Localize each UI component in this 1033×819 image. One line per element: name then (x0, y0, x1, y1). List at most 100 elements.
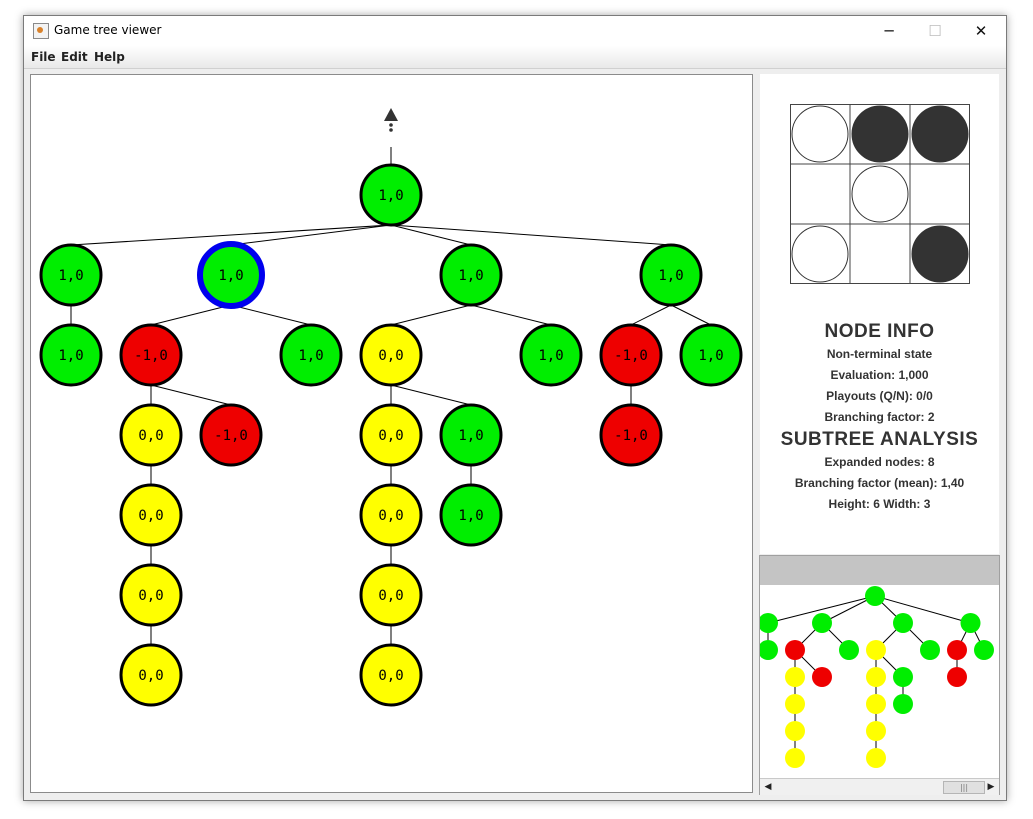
node-label: 1,0 (458, 268, 483, 284)
node-branching-text: Branching factor: 2 (824, 410, 935, 424)
tree-node[interactable]: 1,0 (39, 323, 103, 387)
node-label: 0,0 (138, 428, 163, 444)
minimize-button[interactable]: ─ (866, 16, 912, 46)
tree-node[interactable]: 1,0 (639, 243, 703, 307)
tree-node[interactable]: -1,0 (599, 403, 663, 467)
expanded-nodes-text: Expanded nodes: 8 (824, 455, 935, 469)
branching-mean-text: Branching factor (mean): 1,40 (794, 476, 965, 490)
black-stone (911, 105, 969, 163)
node-playouts-text: Playouts (Q/N): 0/0 (826, 389, 933, 403)
node-label: 1,0 (458, 508, 483, 524)
node-label: -1,0 (214, 428, 248, 444)
tree-node[interactable]: 1,0 (439, 483, 503, 547)
scroll-right-icon[interactable]: ▶ (983, 779, 999, 795)
tree-edge (230, 224, 392, 246)
tree-node[interactable]: 0,0 (359, 403, 423, 467)
minimap-node (920, 640, 940, 660)
close-button[interactable]: ✕ (958, 16, 1004, 46)
minimap-node (839, 640, 859, 660)
tree-root-node[interactable]: 1,0 (359, 163, 423, 227)
tree-edge (150, 304, 232, 326)
minimap-node (947, 667, 967, 687)
tree-node[interactable]: 1,0 (439, 243, 503, 307)
node-evaluation-text: Evaluation: 1,000 (830, 368, 929, 382)
minimap-node (760, 613, 778, 633)
minimap-node (974, 640, 994, 660)
minimap-node (866, 694, 886, 714)
tree-node[interactable]: 1,0 (679, 323, 743, 387)
minimap-node (947, 640, 967, 660)
height-width-text: Height: 6 Width: 3 (828, 497, 931, 511)
app-window: Game tree viewer ─ ☐ ✕ File Edit Help 1,… (23, 15, 1007, 801)
white-stone (791, 225, 849, 283)
white-stone (791, 105, 849, 163)
minimap-node (866, 667, 886, 687)
tree-node[interactable]: 1,0 (197, 241, 265, 309)
minimap-node (960, 613, 981, 633)
menu-help[interactable]: Help (94, 50, 125, 64)
maximize-button[interactable]: ☐ (912, 16, 958, 46)
node-label: 1,0 (378, 188, 403, 204)
tree-node[interactable]: 0,0 (119, 563, 183, 627)
node-label: 0,0 (138, 588, 163, 604)
scroll-thumb[interactable]: ||| (943, 781, 985, 794)
game-tree-panel[interactable]: 1,0 1,0 1,0 1,0 1,0 1,0 -1,0 1,0 0,0 1,0 -1,0 1,0 0,… (30, 74, 753, 793)
tree-node[interactable]: 0,0 (119, 483, 183, 547)
java-app-icon (33, 23, 49, 39)
ellipsis-dot-icon (389, 123, 393, 127)
node-label: 0,0 (378, 508, 403, 524)
minimap-canvas[interactable] (760, 556, 999, 778)
scroll-left-icon[interactable]: ◀ (760, 779, 776, 795)
tree-node[interactable]: 0,0 (359, 323, 423, 387)
minimap-node (893, 694, 913, 714)
tree-node[interactable]: 1,0 (279, 323, 343, 387)
game-tree-canvas[interactable]: 1,0 1,0 1,0 1,0 1,0 1,0 -1,0 1,0 0,0 1,0 -1,0 1,0 0,… (31, 75, 752, 792)
title-bar[interactable]: Game tree viewer ─ ☐ ✕ (24, 16, 1006, 46)
tree-node[interactable]: 1,0 (439, 403, 503, 467)
black-stone (851, 105, 909, 163)
tree-edge (230, 304, 312, 326)
node-label: 0,0 (138, 668, 163, 684)
minimap-node (785, 721, 805, 741)
minimap-node (866, 748, 886, 768)
tree-node[interactable]: 0,0 (359, 483, 423, 547)
tree-node[interactable]: 0,0 (119, 403, 183, 467)
subtree-analysis-heading: SUBTREE ANALYSIS (780, 429, 979, 450)
minimap-horizontal-scrollbar[interactable]: ◀ ||| ▶ (760, 778, 999, 795)
node-label: 1,0 (58, 268, 83, 284)
info-panel: NODE INFO Non-terminal state Evaluation:… (760, 74, 999, 554)
tree-node[interactable]: 0,0 (359, 643, 423, 707)
minimap-node (785, 694, 805, 714)
menu-bar: File Edit Help (24, 46, 1006, 69)
minimap-node (865, 586, 885, 606)
tree-edge (150, 384, 232, 406)
tree-edge (630, 304, 672, 326)
node-label: 0,0 (138, 508, 163, 524)
white-stone (851, 165, 909, 223)
minimap-node (785, 667, 805, 687)
ellipsis-dot-icon (389, 128, 393, 132)
node-label: -1,0 (134, 348, 168, 364)
tree-node[interactable]: 1,0 (39, 243, 103, 307)
node-label: -1,0 (614, 428, 648, 444)
tree-node[interactable]: -1,0 (199, 403, 263, 467)
tree-node[interactable]: -1,0 (119, 323, 183, 387)
minimap-node (812, 613, 832, 633)
minimap-node (760, 640, 778, 660)
info-text: NODE INFO Non-terminal state Evaluation:… (760, 320, 999, 515)
minimap-node (785, 640, 805, 660)
node-label: -1,0 (614, 348, 648, 364)
tree-minimap[interactable]: ◀ ||| ▶ (759, 555, 1000, 795)
node-label: 0,0 (378, 668, 403, 684)
node-label: 1,0 (218, 268, 243, 284)
navigate-up-arrow-icon[interactable] (384, 108, 398, 121)
tree-node[interactable]: -1,0 (599, 323, 663, 387)
menu-file[interactable]: File (31, 50, 56, 64)
minimap-node (893, 613, 913, 633)
tree-node[interactable]: 0,0 (119, 643, 183, 707)
node-label: 1,0 (58, 348, 83, 364)
tree-node[interactable]: 0,0 (359, 563, 423, 627)
tree-node[interactable]: 1,0 (519, 323, 583, 387)
menu-edit[interactable]: Edit (61, 50, 88, 64)
node-label: 1,0 (698, 348, 723, 364)
